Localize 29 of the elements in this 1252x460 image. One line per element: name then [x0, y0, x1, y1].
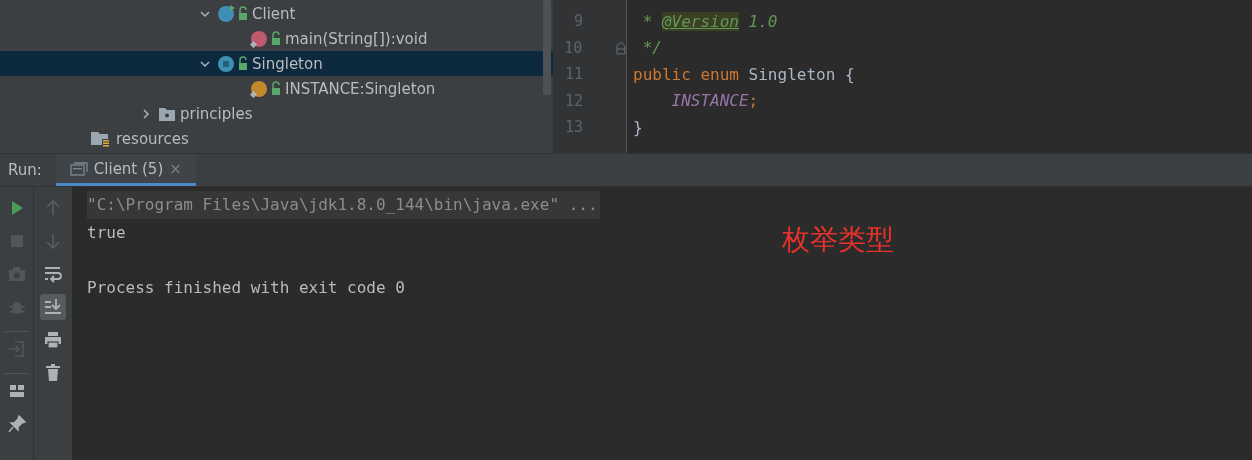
- tree-item[interactable]: INSTANCE:Singleton: [0, 76, 553, 101]
- code-line: */: [641, 38, 662, 58]
- tree-item[interactable]: resources: [0, 126, 553, 151]
- field-icon: [250, 79, 282, 98]
- enum-icon: [217, 54, 249, 73]
- scrollbar[interactable]: [543, 0, 551, 95]
- tree-item[interactable]: Singleton: [0, 51, 553, 76]
- output-line: Process finished with exit code 0: [87, 276, 405, 299]
- annotation-text: 枚举类型: [782, 222, 894, 258]
- scroll-icon[interactable]: [40, 294, 66, 320]
- chevron-icon[interactable]: [141, 108, 151, 119]
- tree-item[interactable]: main(String[]):void: [0, 26, 553, 51]
- run-label: Run:: [7, 160, 43, 181]
- console-icon: [69, 160, 88, 177]
- fold-icon[interactable]: [616, 40, 626, 55]
- folder-icon: [90, 129, 112, 148]
- code-line: }: [632, 117, 643, 137]
- class-icon: [217, 4, 249, 23]
- output-line: true: [87, 221, 126, 244]
- method-icon: [250, 29, 282, 48]
- chevron-icon[interactable]: [200, 58, 210, 69]
- tree-item[interactable]: Client: [0, 1, 553, 26]
- code-line: * @Version 1.0: [641, 11, 778, 31]
- package-icon: [158, 105, 176, 122]
- tree-item[interactable]: principles: [0, 101, 553, 126]
- code-line: INSTANCE;: [670, 91, 759, 111]
- run-tab[interactable]: Client (5) ×: [55, 154, 196, 186]
- chevron-icon[interactable]: [200, 8, 210, 19]
- code-line: public enum Singleton {: [632, 64, 855, 84]
